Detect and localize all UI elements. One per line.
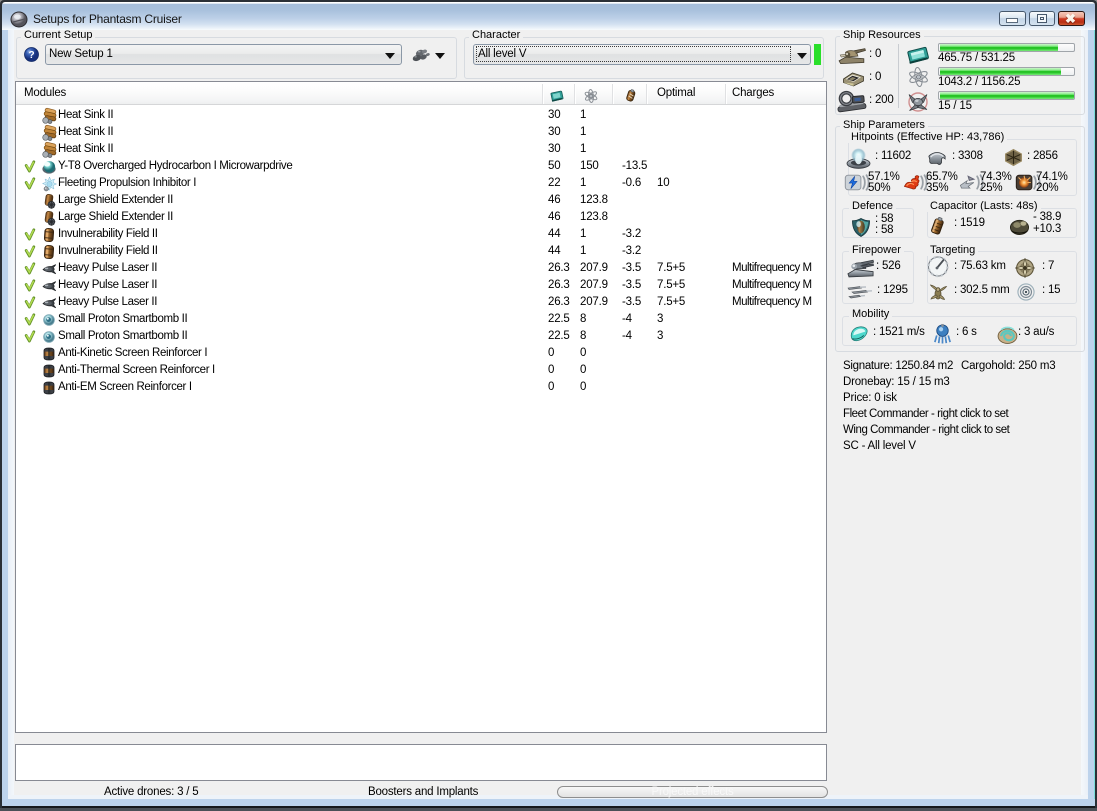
svg-text:?: ? xyxy=(28,50,34,61)
